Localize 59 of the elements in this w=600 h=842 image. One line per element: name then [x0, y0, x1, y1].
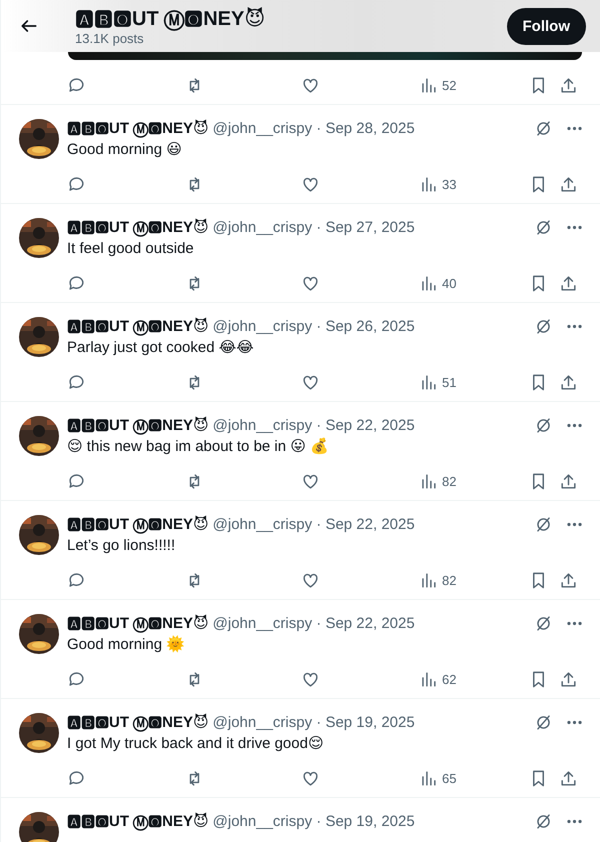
post-text: 😌 this new bag im about to be in 😛 💰 — [67, 436, 330, 457]
share-icon[interactable] — [559, 274, 578, 292]
share-icon[interactable] — [559, 372, 578, 392]
view-count: 62 — [442, 672, 456, 686]
display-name[interactable]: 🅰🅱🅾UT Ⓜ🅾NEY😈 — [67, 416, 209, 434]
reply-icon[interactable] — [67, 570, 86, 590]
view-count: 82 — [442, 572, 456, 588]
share-icon[interactable] — [559, 768, 578, 788]
post-text: Parlay just got cooked 😂😂 — [67, 338, 255, 358]
view-count: 33 — [442, 176, 456, 192]
post-meta: @john__crispy · Sep 26, 2025 — [212, 318, 415, 334]
post-text: Let’s go lions!!!!! — [67, 536, 176, 556]
post-text: I got My truck back and it drive good😌 — [67, 734, 325, 754]
view-count: 52 — [442, 78, 456, 92]
post-meta: @john__crispy · Sep 22, 2025 — [212, 416, 415, 434]
view-count: 51 — [442, 374, 456, 390]
post-meta: @john__crispy · Sep 27, 2025 — [212, 218, 415, 236]
display-name[interactable]: 🅰🅱🅾UT Ⓜ🅾NEY😈 — [67, 317, 209, 335]
view-count: 65 — [442, 770, 456, 786]
views-icon[interactable] — [419, 372, 438, 392]
share-icon[interactable] — [559, 570, 578, 590]
profile-name: 🅰🅱🅾UT Ⓜ🅾NEY😈 — [75, 6, 266, 30]
share-icon[interactable] — [559, 76, 578, 94]
display-name[interactable]: 🅰🅱🅾UT Ⓜ🅾NEY😈 — [67, 812, 209, 830]
reply-icon[interactable] — [67, 274, 86, 292]
views-icon[interactable] — [419, 768, 438, 788]
display-name[interactable]: 🅰🅱🅾UT Ⓜ🅾NEY😈 — [67, 713, 209, 731]
views-icon[interactable] — [419, 472, 438, 490]
reply-icon[interactable] — [67, 372, 86, 392]
views-icon[interactable] — [419, 570, 438, 590]
post-meta: @john__crispy · Sep 28, 2025 — [212, 120, 415, 136]
post-meta: @john__crispy · Sep 22, 2025 — [212, 614, 415, 632]
display-name[interactable]: 🅰🅱🅾UT Ⓜ🅾NEY😈 — [67, 218, 209, 236]
views-icon[interactable] — [419, 76, 438, 94]
share-icon[interactable] — [559, 670, 578, 688]
view-count: 40 — [442, 276, 456, 290]
reply-icon[interactable] — [67, 768, 86, 788]
post-text: Good morning 😃 — [67, 140, 183, 160]
reply-icon[interactable] — [67, 472, 86, 490]
reply-icon[interactable] — [67, 76, 86, 94]
share-icon[interactable] — [559, 472, 578, 490]
display-name[interactable]: 🅰🅱🅾UT Ⓜ🅾NEY😈 — [67, 119, 209, 137]
view-count: 82 — [442, 474, 456, 488]
display-name[interactable]: 🅰🅱🅾UT Ⓜ🅾NEY😈 — [67, 515, 209, 533]
post-count: 13.1K posts — [75, 30, 145, 46]
share-icon[interactable] — [559, 174, 578, 194]
views-icon[interactable] — [419, 670, 438, 688]
post-text: It feel good outside — [67, 239, 195, 259]
reply-icon[interactable] — [67, 174, 86, 194]
post-meta: @john__crispy · Sep 19, 2025 — [212, 714, 415, 730]
display-name[interactable]: 🅰🅱🅾UT Ⓜ🅾NEY😈 — [67, 614, 209, 632]
post-meta: @john__crispy · Sep 19, 2025 — [212, 812, 415, 830]
follow-button[interactable]: Follow — [506, 8, 586, 44]
views-icon[interactable] — [419, 174, 438, 194]
slashed-circle-icon[interactable] — [534, 118, 553, 138]
post-meta: @john__crispy · Sep 22, 2025 — [212, 516, 415, 532]
post-text: Good morning 🌞 — [67, 634, 186, 655]
views-icon[interactable] — [419, 274, 438, 292]
reply-icon[interactable] — [67, 670, 86, 688]
